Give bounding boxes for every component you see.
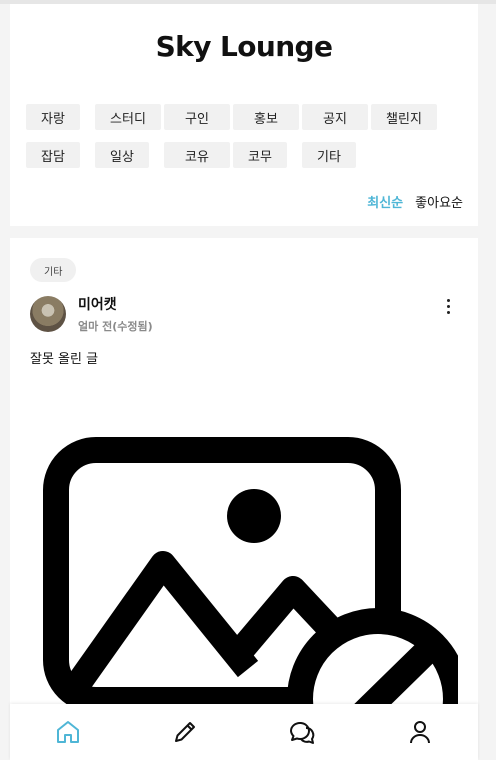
category-chip-boast[interactable]: 자랑 — [26, 104, 80, 130]
header-card: Sky Lounge 자랑 스터디 구인 홍보 공지 챌린지 잡담 일상 코유 … — [10, 4, 478, 226]
category-chip-komu[interactable]: 코무 — [233, 142, 287, 168]
more-options-icon[interactable] — [438, 296, 458, 316]
sort-options: 최신순 좋아요순 — [367, 192, 463, 211]
category-chip-daily[interactable]: 일상 — [95, 142, 149, 168]
category-chip-challenge[interactable]: 챌린지 — [371, 104, 437, 130]
sort-latest-button[interactable]: 최신순 — [367, 192, 403, 211]
category-chip-etc[interactable]: 기타 — [302, 142, 356, 168]
category-chip-study[interactable]: 스터디 — [95, 104, 161, 130]
sort-likes-button[interactable]: 좋아요순 — [415, 192, 463, 211]
category-chip-koyu[interactable]: 코유 — [164, 142, 230, 168]
chat-icon[interactable] — [288, 718, 316, 746]
pencil-icon[interactable] — [171, 718, 199, 746]
post-category-badge: 기타 — [30, 258, 77, 282]
bottom-navigation — [10, 704, 478, 760]
home-icon[interactable] — [54, 718, 82, 746]
category-grid: 자랑 스터디 구인 홍보 공지 챌린지 잡담 일상 코유 코무 기타 — [26, 104, 456, 168]
post-author[interactable]: 미어캣 — [78, 294, 117, 314]
category-chip-chat[interactable]: 잡담 — [26, 142, 80, 168]
category-chip-notice[interactable]: 공지 — [302, 104, 368, 130]
category-chip-hiring[interactable]: 구인 — [164, 104, 230, 130]
user-icon[interactable] — [406, 718, 434, 746]
post-body: 잘못 올린 글 — [30, 352, 99, 367]
avatar[interactable] — [30, 296, 66, 332]
category-chip-promo[interactable]: 홍보 — [233, 104, 299, 130]
post-card[interactable]: 기타 미어캣 얼마 전(수정됨) 잘못 올린 글 — [10, 238, 478, 760]
page-title: Sky Lounge — [155, 30, 333, 63]
post-timestamp: 얼마 전(수정됨) — [78, 320, 153, 333]
